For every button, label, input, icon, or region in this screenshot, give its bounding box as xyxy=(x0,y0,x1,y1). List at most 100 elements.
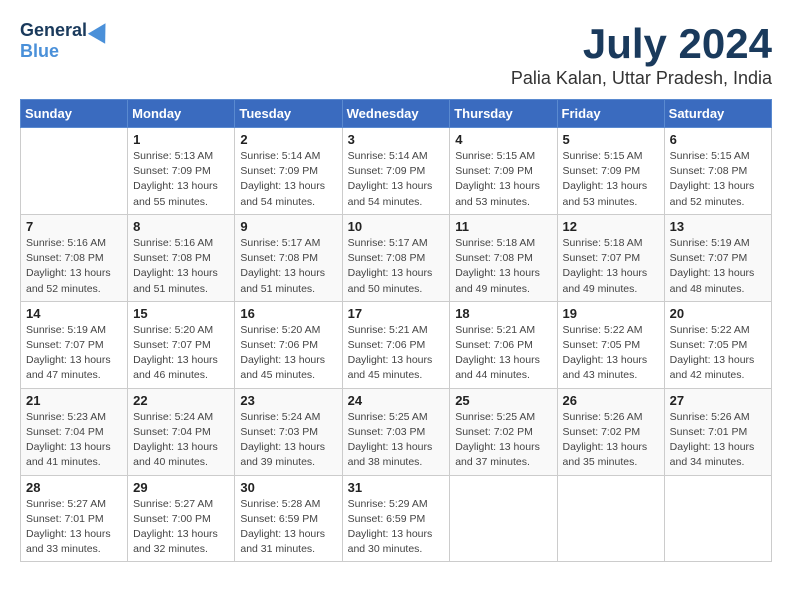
calendar-week-row: 14 Sunrise: 5:19 AMSunset: 7:07 PMDayligh… xyxy=(21,301,772,388)
day-info: Sunrise: 5:28 AMSunset: 6:59 PMDaylight:… xyxy=(240,497,336,558)
day-number: 17 xyxy=(348,306,445,321)
calendar-body: 1 Sunrise: 5:13 AMSunset: 7:09 PMDaylight… xyxy=(21,128,772,562)
calendar-week-row: 21Sunrise: 5:23 AMSunset: 7:04 PMDayligh… xyxy=(21,388,772,475)
day-number: 14 xyxy=(26,306,122,321)
calendar-cell: 28 Sunrise: 5:27 AMSunset: 7:01 PMDayligh… xyxy=(21,475,128,562)
day-number: 4 xyxy=(455,132,551,147)
day-number: 12 xyxy=(563,219,659,234)
calendar-cell: 15 Sunrise: 5:20 AMSunset: 7:07 PMDayligh… xyxy=(128,301,235,388)
day-number: 9 xyxy=(240,219,336,234)
day-number: 18 xyxy=(455,306,551,321)
logo-general-text: General xyxy=(20,20,87,41)
day-info: Sunrise: 5:15 AMSunset: 7:09 PMDaylight:… xyxy=(563,149,659,210)
day-number: 27 xyxy=(670,393,766,408)
weekday-header-row: SundayMondayTuesdayWednesdayThursdayFrid… xyxy=(21,100,772,128)
day-info: Sunrise: 5:25 AMSunset: 7:03 PMDaylight:… xyxy=(348,410,445,471)
calendar-cell: 23 Sunrise: 5:24 AMSunset: 7:03 PMDayligh… xyxy=(235,388,342,475)
calendar-week-row: 28 Sunrise: 5:27 AMSunset: 7:01 PMDayligh… xyxy=(21,475,772,562)
weekday-header-monday: Monday xyxy=(128,100,235,128)
day-info: Sunrise: 5:23 AMSunset: 7:04 PMDaylight:… xyxy=(26,410,122,471)
calendar-cell: 27 Sunrise: 5:26 AMSunset: 7:01 PMDayligh… xyxy=(664,388,771,475)
calendar-cell: 9Sunrise: 5:17 AMSunset: 7:08 PMDaylight… xyxy=(235,214,342,301)
calendar-cell: 8 Sunrise: 5:16 AMSunset: 7:08 PMDaylight… xyxy=(128,214,235,301)
day-info: Sunrise: 5:19 AMSunset: 7:07 PMDaylight:… xyxy=(26,323,122,384)
day-number: 23 xyxy=(240,393,336,408)
location-subtitle: Palia Kalan, Uttar Pradesh, India xyxy=(511,68,772,89)
day-info: Sunrise: 5:26 AMSunset: 7:02 PMDaylight:… xyxy=(563,410,659,471)
day-info: Sunrise: 5:20 AMSunset: 7:07 PMDaylight:… xyxy=(133,323,229,384)
calendar-cell: 25Sunrise: 5:25 AMSunset: 7:02 PMDayligh… xyxy=(450,388,557,475)
day-number: 26 xyxy=(563,393,659,408)
calendar-cell: 1 Sunrise: 5:13 AMSunset: 7:09 PMDaylight… xyxy=(128,128,235,215)
calendar-cell: 12 Sunrise: 5:18 AMSunset: 7:07 PMDayligh… xyxy=(557,214,664,301)
calendar-cell: 18 Sunrise: 5:21 AMSunset: 7:06 PMDayligh… xyxy=(450,301,557,388)
day-info: Sunrise: 5:21 AMSunset: 7:06 PMDaylight:… xyxy=(455,323,551,384)
page-header: General Blue July 2024 Palia Kalan, Utta… xyxy=(20,20,772,89)
calendar-cell: 2 Sunrise: 5:14 AMSunset: 7:09 PMDaylight… xyxy=(235,128,342,215)
calendar-table: SundayMondayTuesdayWednesdayThursdayFrid… xyxy=(20,99,772,562)
calendar-cell: 26 Sunrise: 5:26 AMSunset: 7:02 PMDayligh… xyxy=(557,388,664,475)
calendar-cell: 13Sunrise: 5:19 AMSunset: 7:07 PMDayligh… xyxy=(664,214,771,301)
calendar-cell: 29Sunrise: 5:27 AMSunset: 7:00 PMDayligh… xyxy=(128,475,235,562)
calendar-cell xyxy=(450,475,557,562)
weekday-header-wednesday: Wednesday xyxy=(342,100,450,128)
day-number: 8 xyxy=(133,219,229,234)
weekday-header-sunday: Sunday xyxy=(21,100,128,128)
calendar-cell: 19 Sunrise: 5:22 AMSunset: 7:05 PMDayligh… xyxy=(557,301,664,388)
day-number: 29 xyxy=(133,480,229,495)
month-year-title: July 2024 xyxy=(511,20,772,68)
day-info: Sunrise: 5:20 AMSunset: 7:06 PMDaylight:… xyxy=(240,323,336,384)
calendar-cell: 17 Sunrise: 5:21 AMSunset: 7:06 PMDayligh… xyxy=(342,301,450,388)
day-info: Sunrise: 5:16 AMSunset: 7:08 PMDaylight:… xyxy=(133,236,229,297)
day-number: 2 xyxy=(240,132,336,147)
day-number: 19 xyxy=(563,306,659,321)
calendar-cell: 31Sunrise: 5:29 AMSunset: 6:59 PMDayligh… xyxy=(342,475,450,562)
calendar-cell: 24 Sunrise: 5:25 AMSunset: 7:03 PMDayligh… xyxy=(342,388,450,475)
day-info: Sunrise: 5:15 AMSunset: 7:09 PMDaylight:… xyxy=(455,149,551,210)
calendar-cell: 16 Sunrise: 5:20 AMSunset: 7:06 PMDayligh… xyxy=(235,301,342,388)
calendar-week-row: 1 Sunrise: 5:13 AMSunset: 7:09 PMDaylight… xyxy=(21,128,772,215)
day-number: 16 xyxy=(240,306,336,321)
calendar-cell: 7Sunrise: 5:16 AMSunset: 7:08 PMDaylight… xyxy=(21,214,128,301)
calendar-cell: 11Sunrise: 5:18 AMSunset: 7:08 PMDayligh… xyxy=(450,214,557,301)
day-info: Sunrise: 5:27 AMSunset: 7:01 PMDaylight:… xyxy=(26,497,122,558)
day-number: 30 xyxy=(240,480,336,495)
day-number: 31 xyxy=(348,480,445,495)
calendar-header: SundayMondayTuesdayWednesdayThursdayFrid… xyxy=(21,100,772,128)
day-number: 15 xyxy=(133,306,229,321)
day-number: 24 xyxy=(348,393,445,408)
day-info: Sunrise: 5:26 AMSunset: 7:01 PMDaylight:… xyxy=(670,410,766,471)
day-number: 3 xyxy=(348,132,445,147)
day-number: 22 xyxy=(133,393,229,408)
day-info: Sunrise: 5:13 AMSunset: 7:09 PMDaylight:… xyxy=(133,149,229,210)
day-info: Sunrise: 5:24 AMSunset: 7:04 PMDaylight:… xyxy=(133,410,229,471)
day-number: 5 xyxy=(563,132,659,147)
day-info: Sunrise: 5:17 AMSunset: 7:08 PMDaylight:… xyxy=(348,236,445,297)
weekday-header-friday: Friday xyxy=(557,100,664,128)
calendar-cell: 14 Sunrise: 5:19 AMSunset: 7:07 PMDayligh… xyxy=(21,301,128,388)
calendar-cell: 20Sunrise: 5:22 AMSunset: 7:05 PMDayligh… xyxy=(664,301,771,388)
day-number: 25 xyxy=(455,393,551,408)
day-info: Sunrise: 5:22 AMSunset: 7:05 PMDaylight:… xyxy=(563,323,659,384)
day-number: 13 xyxy=(670,219,766,234)
day-number: 28 xyxy=(26,480,122,495)
calendar-cell: 6Sunrise: 5:15 AMSunset: 7:08 PMDaylight… xyxy=(664,128,771,215)
day-info: Sunrise: 5:24 AMSunset: 7:03 PMDaylight:… xyxy=(240,410,336,471)
day-number: 6 xyxy=(670,132,766,147)
day-number: 1 xyxy=(133,132,229,147)
title-block: July 2024 Palia Kalan, Uttar Pradesh, In… xyxy=(511,20,772,89)
day-info: Sunrise: 5:16 AMSunset: 7:08 PMDaylight:… xyxy=(26,236,122,297)
weekday-header-tuesday: Tuesday xyxy=(235,100,342,128)
day-info: Sunrise: 5:14 AMSunset: 7:09 PMDaylight:… xyxy=(348,149,445,210)
day-info: Sunrise: 5:18 AMSunset: 7:07 PMDaylight:… xyxy=(563,236,659,297)
logo-blue-text: Blue xyxy=(20,41,59,62)
calendar-cell: 5 Sunrise: 5:15 AMSunset: 7:09 PMDaylight… xyxy=(557,128,664,215)
calendar-week-row: 7Sunrise: 5:16 AMSunset: 7:08 PMDaylight… xyxy=(21,214,772,301)
weekday-header-saturday: Saturday xyxy=(664,100,771,128)
calendar-cell xyxy=(557,475,664,562)
logo-triangle-icon xyxy=(88,18,114,44)
day-number: 10 xyxy=(348,219,445,234)
day-info: Sunrise: 5:14 AMSunset: 7:09 PMDaylight:… xyxy=(240,149,336,210)
calendar-cell: 4 Sunrise: 5:15 AMSunset: 7:09 PMDaylight… xyxy=(450,128,557,215)
day-info: Sunrise: 5:21 AMSunset: 7:06 PMDaylight:… xyxy=(348,323,445,384)
